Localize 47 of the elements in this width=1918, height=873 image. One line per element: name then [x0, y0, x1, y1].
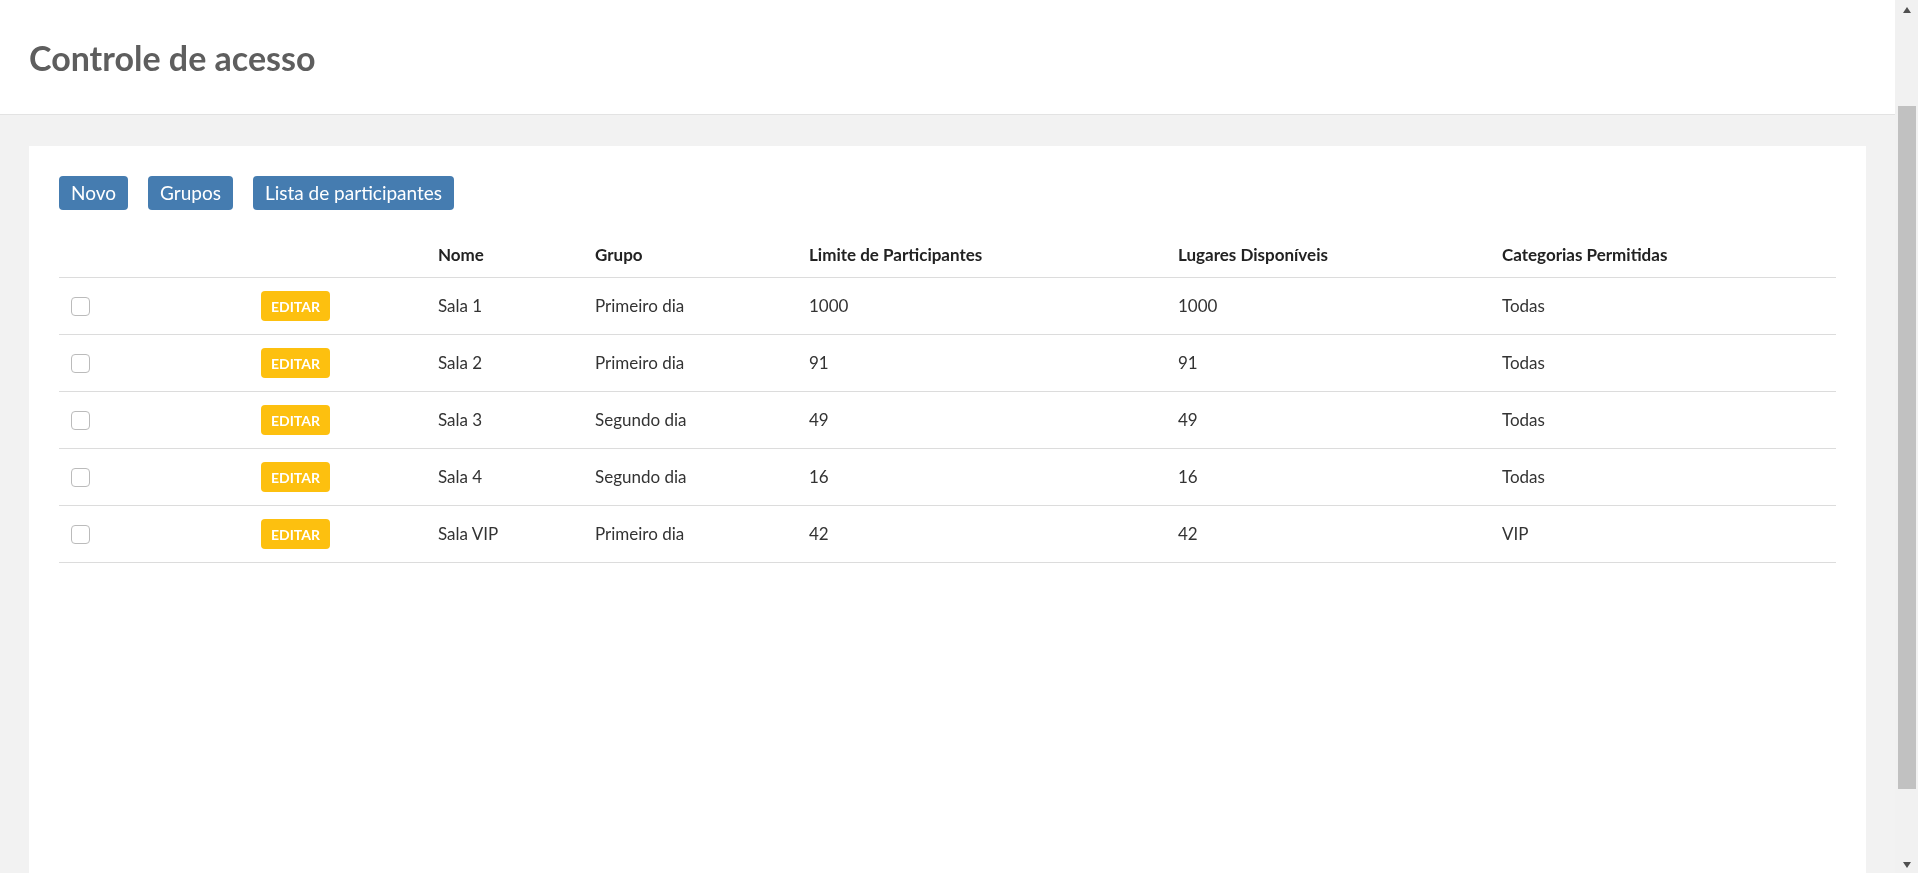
- table-cell: 16: [809, 466, 829, 488]
- column-header: Categorias Permitidas: [1502, 243, 1668, 265]
- page-title: Controle de acesso: [29, 35, 316, 80]
- toolbar-button[interactable]: Lista de participantes: [252, 176, 455, 210]
- row-checkbox[interactable]: [71, 524, 90, 544]
- edit-button[interactable]: EDITAR: [261, 405, 330, 435]
- table-cell: Primeiro dia: [595, 352, 685, 374]
- table-cell: 49: [1178, 409, 1198, 431]
- table-cell: Primeiro dia: [595, 523, 685, 545]
- table-cell: Todas: [1502, 295, 1545, 317]
- table-cell: Sala VIP: [438, 523, 499, 545]
- row-checkbox[interactable]: [71, 467, 90, 487]
- table-cell: Sala 2: [438, 352, 483, 374]
- table-cell: 1000: [1178, 295, 1218, 317]
- table-cell: Todas: [1502, 409, 1545, 431]
- table-cell: 49: [809, 409, 829, 431]
- column-header: Grupo: [595, 243, 643, 265]
- column-header: Limite de Participantes: [809, 243, 983, 265]
- row-checkbox[interactable]: [71, 296, 90, 316]
- column-header: Lugares Disponíveis: [1178, 243, 1328, 265]
- table-cell: Sala 3: [438, 409, 483, 431]
- toolbar-button[interactable]: Grupos: [148, 176, 233, 210]
- table-cell: 42: [1178, 523, 1198, 545]
- scrollbar-thumb[interactable]: [1897, 106, 1916, 789]
- table-cell: 16: [1178, 466, 1198, 488]
- edit-button[interactable]: EDITAR: [261, 291, 330, 321]
- scroll-down-icon[interactable]: [1901, 861, 1912, 869]
- table-cell: Sala 4: [438, 466, 483, 488]
- scroll-up-icon[interactable]: [1901, 6, 1912, 14]
- table-cell: VIP: [1502, 523, 1529, 545]
- table-cell: Primeiro dia: [595, 295, 685, 317]
- table-cell: 91: [1178, 352, 1198, 374]
- row-checkbox[interactable]: [71, 353, 90, 373]
- table-cell: Todas: [1502, 352, 1545, 374]
- row-checkbox[interactable]: [71, 410, 90, 430]
- table-cell: 42: [809, 523, 829, 545]
- edit-button[interactable]: EDITAR: [261, 462, 330, 492]
- toolbar-button[interactable]: Novo: [59, 176, 129, 210]
- table-cell: Todas: [1502, 466, 1545, 488]
- table-cell: Segundo dia: [595, 466, 687, 488]
- table-cell: Segundo dia: [595, 409, 687, 431]
- table-cell: 91: [809, 352, 829, 374]
- table-cell: Sala 1: [438, 295, 483, 317]
- edit-button[interactable]: EDITAR: [261, 519, 330, 549]
- column-header: Nome: [438, 243, 484, 265]
- table-cell: 1000: [809, 295, 849, 317]
- edit-button[interactable]: EDITAR: [261, 348, 330, 378]
